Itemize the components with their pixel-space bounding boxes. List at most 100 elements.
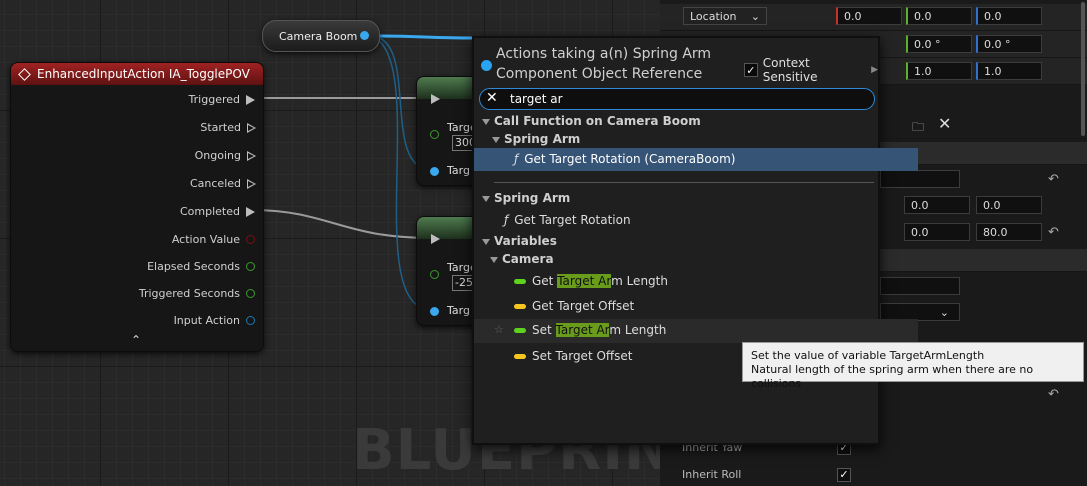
inherit-roll-checkbox[interactable]: ✓ [837, 468, 851, 482]
clear-icon[interactable]: ✕ [938, 114, 951, 133]
scrollbar[interactable] [1081, 2, 1085, 136]
menu-item-get-target-rotation[interactable]: ƒ Get Target Rotation [474, 209, 908, 231]
label-part: Get [532, 274, 558, 288]
reset-arrow-icon[interactable]: ↶ [1048, 225, 1059, 240]
context-sensitive-label: Context Sensitive [762, 56, 818, 84]
data-pin-icon[interactable] [430, 270, 439, 279]
search-box[interactable]: ✕ [479, 88, 875, 110]
tooltip-line-1: Set the value of variable TargetArmLengt… [751, 349, 985, 362]
expand-triangle-icon [490, 256, 498, 263]
exec-pin-icon[interactable] [247, 122, 256, 133]
label-part: m Length [609, 323, 667, 337]
pin-elapsed-seconds[interactable]: Elapsed Seconds [147, 260, 255, 273]
exec-pin-icon[interactable] [246, 206, 255, 217]
inherit-roll-label: Inherit Roll [682, 468, 742, 481]
pin-canceled[interactable]: Canceled [189, 177, 256, 190]
object-pin-icon[interactable] [430, 167, 439, 176]
category-label: Camera [502, 252, 554, 266]
browse-folder-icon[interactable]: 🗀 [912, 118, 924, 139]
search-highlight: Target Ar [557, 274, 612, 288]
object-wire-top [377, 34, 476, 40]
node-pin-label: Targ [447, 304, 470, 317]
rotation-z-field[interactable]: 0.0 ° [976, 35, 1042, 53]
rotation-y-field[interactable]: 0.0 ° [906, 35, 972, 53]
category-label: Call Function on Camera Boom [494, 114, 701, 128]
menu-item-get-target-rotation-cameraboom[interactable]: ƒ Get Target Rotation (CameraBoom) [474, 148, 918, 171]
exec-wire-completed [249, 209, 433, 239]
pin-label: Started [200, 121, 241, 134]
clear-search-icon[interactable]: ✕ [486, 90, 498, 106]
subcategory-camera[interactable]: Camera [474, 248, 894, 270]
exec-pin-icon[interactable] [246, 94, 255, 105]
collapse-chevron-icon[interactable]: ⌃ [131, 333, 141, 347]
location-dropdown[interactable]: Location ⌄ [683, 7, 767, 25]
float-variable-icon [514, 279, 526, 284]
expand-triangle-icon [482, 195, 490, 202]
exec-pin-icon[interactable] [247, 150, 256, 161]
location-x-field[interactable]: 0.0 [836, 7, 902, 25]
vector-y-field[interactable]: 0.0 [904, 196, 970, 214]
menu-item-set-target-arm-length[interactable]: ☆ Set Target Arm Length [474, 319, 918, 343]
chevron-right-icon: ▶ [871, 65, 878, 75]
camera-boom-node[interactable]: Camera Boom [262, 20, 380, 52]
menu-item-label: Get Target Offset [532, 299, 635, 313]
context-sensitive-toggle[interactable]: ✓ Context Sensitive ▶ [744, 56, 878, 84]
menu-item-label: Get Target Rotation [514, 213, 631, 227]
event-node-header[interactable]: EnhancedInputAction IA_TogglePOV [11, 63, 263, 85]
data-pin-icon[interactable] [246, 289, 255, 298]
offset-y-field[interactable]: 0.0 [904, 223, 970, 241]
scale-y-field[interactable]: 1.0 [906, 62, 972, 80]
chevron-down-icon: ⌄ [750, 10, 760, 23]
pin-label: Elapsed Seconds [147, 260, 240, 273]
category-spring-arm[interactable]: Spring Arm [474, 187, 886, 209]
favorite-star-icon[interactable]: ☆ [494, 319, 504, 341]
menu-item-label: Get Target Rotation (CameraBoom) [524, 152, 736, 166]
event-node-title: EnhancedInputAction IA_TogglePOV [37, 67, 250, 81]
category-label: Variables [494, 234, 557, 248]
vector-z-field[interactable]: 0.0 [976, 196, 1042, 214]
context-sensitive-checkbox[interactable]: ✓ [744, 63, 758, 77]
scale-z-field[interactable]: 1.0 [976, 62, 1042, 80]
pin-label: Input Action [173, 314, 240, 327]
search-input[interactable] [510, 91, 850, 107]
category-label: Spring Arm [494, 191, 571, 205]
data-pin-icon[interactable] [246, 316, 255, 325]
camera-boom-label: Camera Boom [279, 29, 358, 43]
data-pin-icon[interactable] [430, 130, 439, 139]
event-node[interactable]: EnhancedInputAction IA_TogglePOV Trigger… [10, 62, 264, 352]
exec-pin-icon[interactable] [431, 234, 440, 244]
menu-item-get-target-arm-length[interactable]: Get Target Arm Length [474, 270, 918, 292]
pin-label: Triggered Seconds [138, 287, 240, 300]
pin-triggered[interactable]: Triggered [189, 93, 255, 106]
pin-label: Triggered [188, 93, 240, 106]
chevron-down-icon: ⌄ [939, 306, 949, 319]
location-z-field[interactable]: 0.0 [976, 7, 1042, 25]
label-part: m Length [611, 274, 668, 288]
pin-ongoing[interactable]: Ongoing [195, 149, 256, 162]
exec-pin-icon[interactable] [247, 178, 256, 189]
menu-title: Actions taking a(n) Spring Arm Component… [496, 46, 712, 82]
exec-pin-icon[interactable] [431, 94, 440, 104]
reset-arrow-icon[interactable]: ↶ [1048, 172, 1059, 187]
pin-action-value[interactable]: Action Value [172, 233, 255, 246]
pin-triggered-seconds[interactable]: Triggered Seconds [139, 287, 255, 300]
menu-separator [494, 182, 874, 183]
pin-input-action[interactable]: Input Action [174, 314, 255, 327]
pin-label: Action Value [171, 233, 240, 246]
location-y-field[interactable]: 0.0 [906, 7, 972, 25]
tooltip-line-2: Natural length of the spring arm when th… [751, 363, 1034, 390]
data-pin-icon[interactable] [246, 262, 255, 271]
pin-completed[interactable]: Completed [180, 205, 255, 218]
data-pin-icon[interactable] [246, 235, 255, 244]
menu-item-get-target-offset[interactable]: Get Target Offset [474, 295, 918, 317]
pin-started[interactable]: Started [200, 121, 256, 134]
property-field-1[interactable] [880, 170, 960, 188]
object-pin-icon[interactable] [360, 31, 369, 40]
pin-label: Canceled [189, 177, 241, 190]
subcategory-spring-arm[interactable]: Spring Arm [474, 128, 896, 150]
object-pin-icon[interactable] [430, 307, 439, 316]
offset-z-field[interactable]: 80.0 [976, 223, 1042, 241]
vector-variable-icon [514, 354, 526, 359]
tooltip: Set the value of variable TargetArmLengt… [742, 342, 1084, 390]
expand-triangle-icon [482, 238, 490, 245]
